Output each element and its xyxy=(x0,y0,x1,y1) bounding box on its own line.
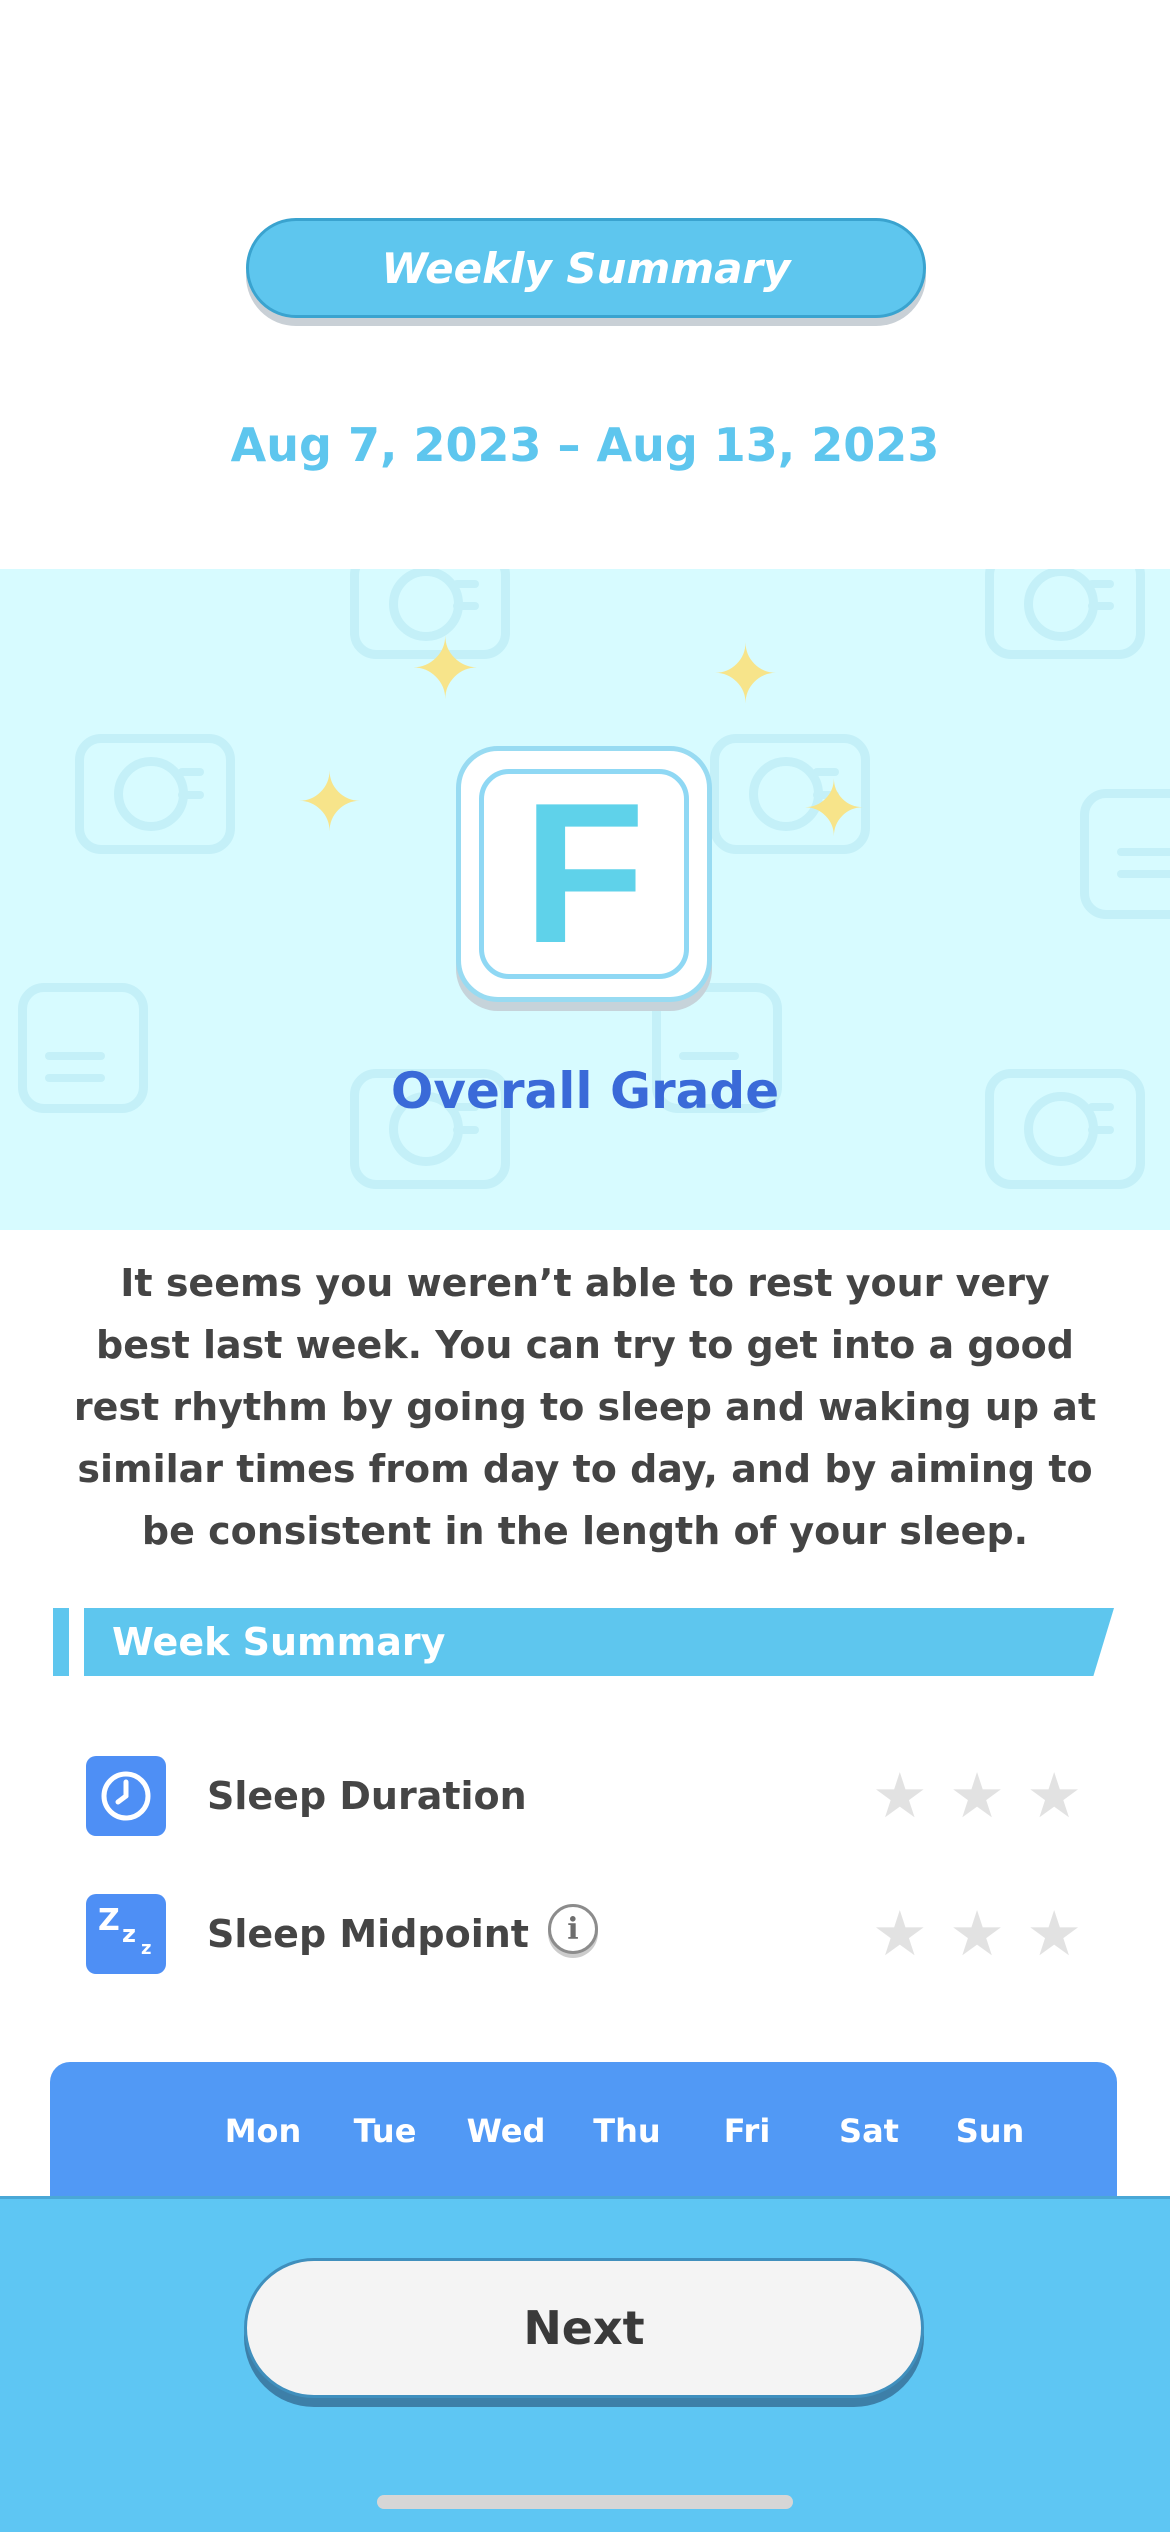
star-icon: ★ xyxy=(872,1897,928,1970)
zzz-icon: Z z z xyxy=(86,1894,166,1974)
star-icon: ★ xyxy=(1026,1897,1082,1970)
day-header-tue: Tue xyxy=(353,2112,417,2150)
sparkle-icon: ✦ xyxy=(802,764,866,853)
info-icon[interactable]: i xyxy=(548,1904,598,1954)
day-header-wed: Wed xyxy=(466,2112,546,2150)
home-indicator[interactable] xyxy=(377,2495,793,2509)
week-summary-header: Week Summary xyxy=(84,1608,1114,1676)
sparkle-icon: ✦ xyxy=(712,628,780,721)
clock-icon xyxy=(86,1756,166,1836)
background-document-icon xyxy=(1080,789,1170,919)
sparkle-icon: ✦ xyxy=(410,620,481,718)
overall-grade-label: Overall Grade xyxy=(390,1062,780,1120)
sparkle-icon: ✦ xyxy=(296,756,364,849)
day-header-sat: Sat xyxy=(839,2112,899,2150)
day-header-thu: Thu xyxy=(593,2112,661,2150)
weekly-summary-title: Weekly Summary xyxy=(246,218,926,318)
day-header-fri: Fri xyxy=(723,2112,771,2150)
grade-badge: F xyxy=(456,746,712,1002)
sleep-duration-label: Sleep Duration xyxy=(207,1774,527,1818)
date-range: Aug 7, 2023 – Aug 13, 2023 xyxy=(230,418,940,472)
section-header-accent xyxy=(53,1608,69,1676)
sleep-duration-rating: ★ ★ ★ xyxy=(872,1756,1082,1836)
star-icon: ★ xyxy=(949,1759,1005,1832)
svg-text:z: z xyxy=(141,1938,151,1959)
star-icon: ★ xyxy=(1026,1759,1082,1832)
sleep-midpoint-label: Sleep Midpoint xyxy=(207,1912,529,1956)
star-icon: ★ xyxy=(872,1759,928,1832)
star-icon: ★ xyxy=(949,1897,1005,1970)
summary-message: It seems you weren’t able to rest your v… xyxy=(73,1261,1097,1553)
svg-text:Z: Z xyxy=(98,1903,120,1938)
sleep-midpoint-rating: ★ ★ ★ xyxy=(872,1894,1082,1974)
grade-letter: F xyxy=(479,769,689,979)
day-header-sun: Sun xyxy=(955,2112,1025,2150)
background-camera-icon xyxy=(75,734,235,854)
background-camera-icon xyxy=(985,569,1145,659)
svg-text:z: z xyxy=(122,1920,136,1948)
day-header-mon: Mon xyxy=(224,2112,302,2150)
weekday-table: Mon Tue Wed Thu Fri Sat Sun xyxy=(50,2062,1117,2202)
next-button[interactable]: Next xyxy=(244,2258,924,2398)
sleep-midpoint-row: Z z z Sleep Midpoint i ★ ★ ★ xyxy=(86,1894,1086,1974)
sleep-duration-row: Sleep Duration ★ ★ ★ xyxy=(86,1756,1086,1836)
